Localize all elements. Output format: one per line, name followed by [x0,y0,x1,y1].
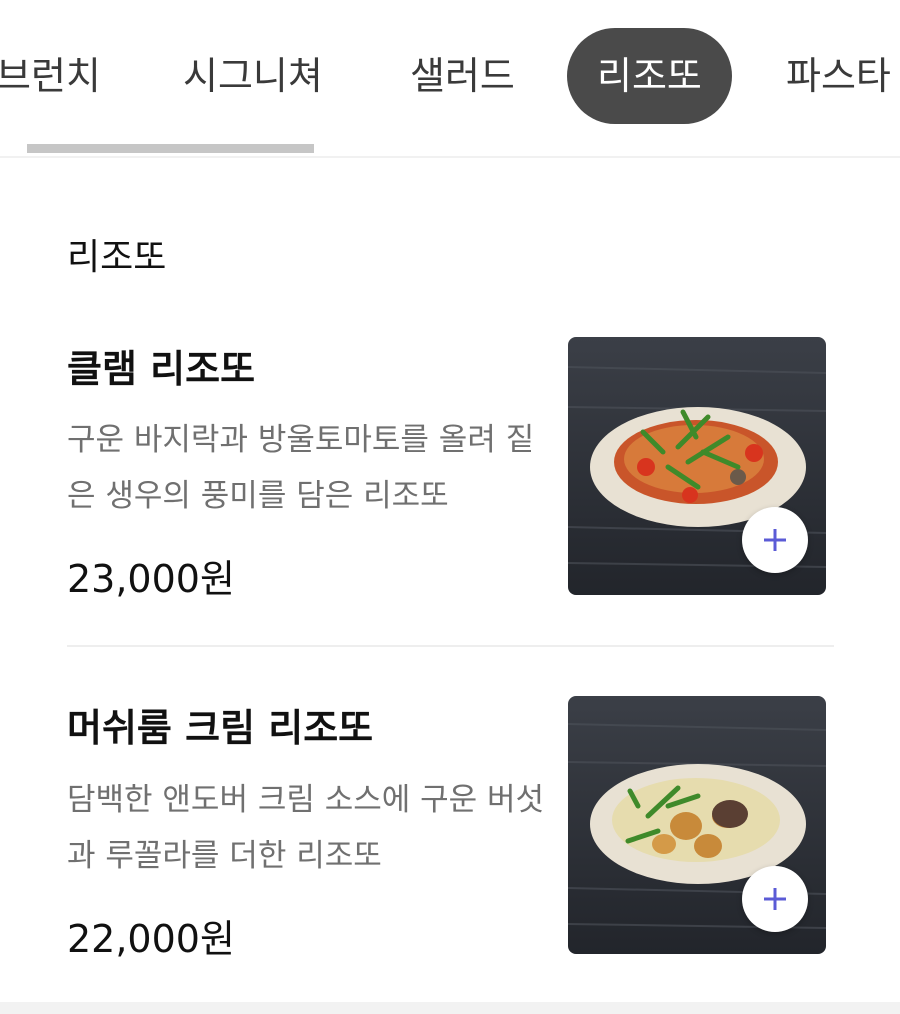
tab-salad[interactable]: 샐러드 [410,28,515,124]
menu-item-name: 클램 리조또 [67,347,256,391]
menu-item-description: 구운 바지락과 방울토마토를 올려 짙은 생우의 풍미를 담은 리조또 [67,422,535,514]
menu-item-price: 23,000원 [67,557,235,601]
menu-item-price: 22,000원 [67,917,235,961]
menu-item-name: 머쉬룸 크림 리조또 [67,706,374,750]
tab-signature[interactable]: 시그니쳐 [183,28,323,124]
mushroom-risotto-photo[interactable] [568,696,826,954]
add-to-cart-button[interactable] [742,866,808,932]
plus-icon [764,888,786,910]
tab-risotto[interactable]: 리조또 [567,28,732,124]
bottom-section-separator [0,1002,900,1014]
category-tab-bar: 브런치 시그니쳐 샐러드 리조또 파스타 [0,0,900,158]
tab-brunch[interactable]: 브런치 [0,28,101,124]
item-divider [67,645,834,647]
clam-risotto-photo[interactable] [568,337,826,595]
section-title: 리조또 [67,237,167,278]
menu-item-description: 담백한 앤도버 크림 소스에 구운 버섯과 루꼴라를 더한 리조또 [67,782,545,874]
tab-pasta[interactable]: 파스타 [786,28,891,124]
tab-scroll-indicator[interactable] [27,144,314,153]
add-to-cart-button[interactable] [742,507,808,573]
plus-icon [764,529,786,551]
